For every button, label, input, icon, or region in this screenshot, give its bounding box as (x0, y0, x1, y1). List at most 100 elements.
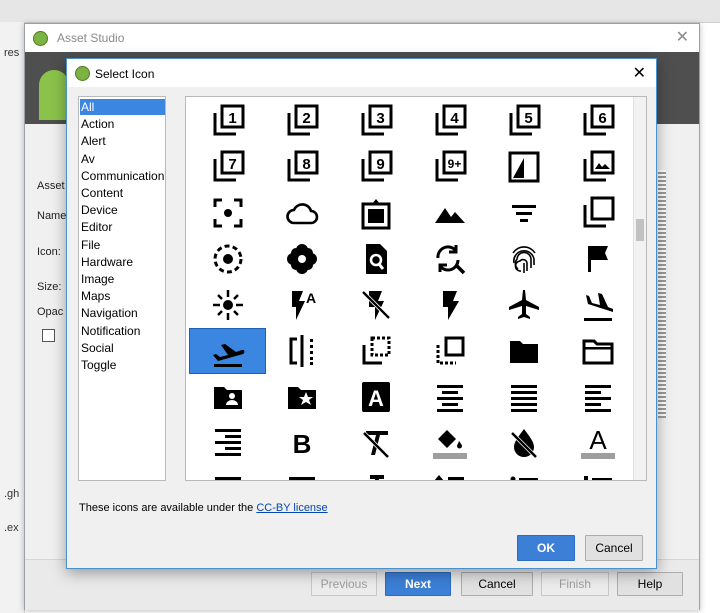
icon-cell[interactable] (190, 421, 265, 465)
license-text: These icons are available under the (79, 502, 257, 514)
folder-icon (509, 341, 538, 363)
icon-cell[interactable]: 7 (190, 145, 265, 189)
icon-cell[interactable]: 6 (560, 99, 635, 143)
icon-cell[interactable] (486, 375, 561, 419)
icon-cell[interactable] (560, 237, 635, 281)
icon-cell[interactable]: 3 (338, 99, 413, 143)
icon-cell[interactable] (338, 467, 413, 480)
category-item-editor[interactable]: Editor (80, 219, 165, 235)
category-item-communication[interactable]: Communication (80, 168, 165, 184)
icon-cell[interactable] (560, 191, 635, 235)
finish-button[interactable]: Finish (541, 572, 609, 596)
svg-text:B: B (292, 429, 311, 459)
icon-cell[interactable] (264, 467, 339, 480)
category-item-social[interactable]: Social (80, 340, 165, 356)
icon-cell[interactable] (338, 421, 413, 465)
icon-cell[interactable] (264, 191, 339, 235)
icon-cell[interactable] (560, 145, 635, 189)
category-item-hardware[interactable]: Hardware (80, 254, 165, 270)
icon-cell[interactable] (412, 237, 487, 281)
category-item-file[interactable]: File (80, 237, 165, 253)
icon-cell[interactable] (560, 329, 635, 373)
icon-cell[interactable]: 9 (338, 145, 413, 189)
icon-cell[interactable] (486, 329, 561, 373)
size-label: Size: (37, 281, 62, 293)
icon-cell[interactable] (560, 375, 635, 419)
icon-cell[interactable] (264, 375, 339, 419)
icon-cell[interactable]: 5 (486, 99, 561, 143)
icon-cell[interactable] (486, 237, 561, 281)
ide-fragment: .ex (4, 522, 19, 534)
icon-cell[interactable] (338, 283, 413, 327)
format-list-numbered-icon (583, 476, 612, 480)
icon-cell[interactable] (560, 283, 635, 327)
format-clear-icon (362, 431, 389, 459)
cancel-button[interactable]: Cancel (585, 535, 643, 561)
resize-handle[interactable] (658, 170, 666, 418)
icon-cell[interactable]: A (338, 375, 413, 419)
category-item-maps[interactable]: Maps (80, 288, 165, 304)
icon-cell[interactable] (486, 145, 561, 189)
previous-button[interactable]: Previous (311, 572, 377, 596)
icon-cell[interactable] (412, 421, 487, 465)
category-item-image[interactable]: Image (80, 271, 165, 287)
icon-cell[interactable] (264, 237, 339, 281)
checkbox[interactable] (42, 329, 55, 342)
category-item-av[interactable]: Av (80, 151, 165, 167)
icon-cell[interactable]: 2 (264, 99, 339, 143)
window-title: Asset Studio (57, 31, 125, 45)
icon-cell[interactable] (190, 375, 265, 419)
category-item-all[interactable]: All (80, 99, 165, 115)
icon-cell[interactable] (486, 467, 561, 480)
icon-cell[interactable] (412, 329, 487, 373)
category-item-notification[interactable]: Notification (80, 323, 165, 339)
icon-cell[interactable]: A (560, 421, 635, 465)
icon-cell[interactable]: 8 (264, 145, 339, 189)
asset-type-label: Asset (37, 180, 65, 192)
icon-cell[interactable]: 1 (190, 99, 265, 143)
category-item-device[interactable]: Device (80, 202, 165, 218)
icon-cell[interactable]: 4 (412, 99, 487, 143)
icon-cell[interactable] (338, 191, 413, 235)
icon-cell[interactable] (190, 467, 265, 480)
scrollbar-thumb[interactable] (636, 219, 644, 241)
category-item-alert[interactable]: Alert (80, 133, 165, 149)
icon-cell[interactable] (412, 191, 487, 235)
category-item-action[interactable]: Action (80, 116, 165, 132)
icon-cell[interactable]: B (264, 421, 339, 465)
icon-cell[interactable] (338, 329, 413, 373)
icon-cell[interactable] (412, 375, 487, 419)
category-item-navigation[interactable]: Navigation (80, 305, 165, 321)
icon-cell[interactable] (190, 237, 265, 281)
focus-dashed-icon (213, 244, 242, 274)
icon-cell[interactable] (486, 283, 561, 327)
scrollbar[interactable] (633, 97, 646, 480)
icon-cell[interactable] (190, 283, 265, 327)
icon-cell[interactable] (338, 237, 413, 281)
flash-on-icon (442, 291, 459, 320)
svg-text:8: 8 (302, 156, 310, 173)
icon-cell[interactable] (190, 191, 265, 235)
next-button[interactable]: Next (385, 572, 451, 596)
icon-cell[interactable]: 9+ (412, 145, 487, 189)
cancel-button[interactable]: Cancel (461, 572, 533, 596)
category-item-toggle[interactable]: Toggle (80, 357, 165, 373)
icon-cell[interactable]: A (264, 283, 339, 327)
icon-cell[interactable] (189, 328, 266, 374)
format-align-justify-icon (510, 385, 537, 412)
close-icon[interactable]: ✕ (633, 63, 646, 83)
icon-cell[interactable] (412, 467, 487, 480)
asset-studio-titlebar: Asset Studio ✕ (25, 24, 699, 52)
category-item-content[interactable]: Content (80, 185, 165, 201)
ok-button[interactable]: OK (517, 535, 575, 561)
icon-cell[interactable] (486, 421, 561, 465)
icon-cell[interactable] (264, 329, 339, 373)
license-link[interactable]: CC-BY license (256, 502, 327, 514)
svg-text:6: 6 (598, 110, 606, 127)
icon-cell[interactable] (412, 283, 487, 327)
icon-cell[interactable] (486, 191, 561, 235)
select-icon-dialog: Select Icon ✕ All Action Alert Av Communicat… (66, 58, 657, 569)
help-button[interactable]: Help (617, 572, 683, 596)
close-icon[interactable]: ✕ (676, 27, 689, 47)
icon-cell[interactable] (560, 467, 635, 480)
